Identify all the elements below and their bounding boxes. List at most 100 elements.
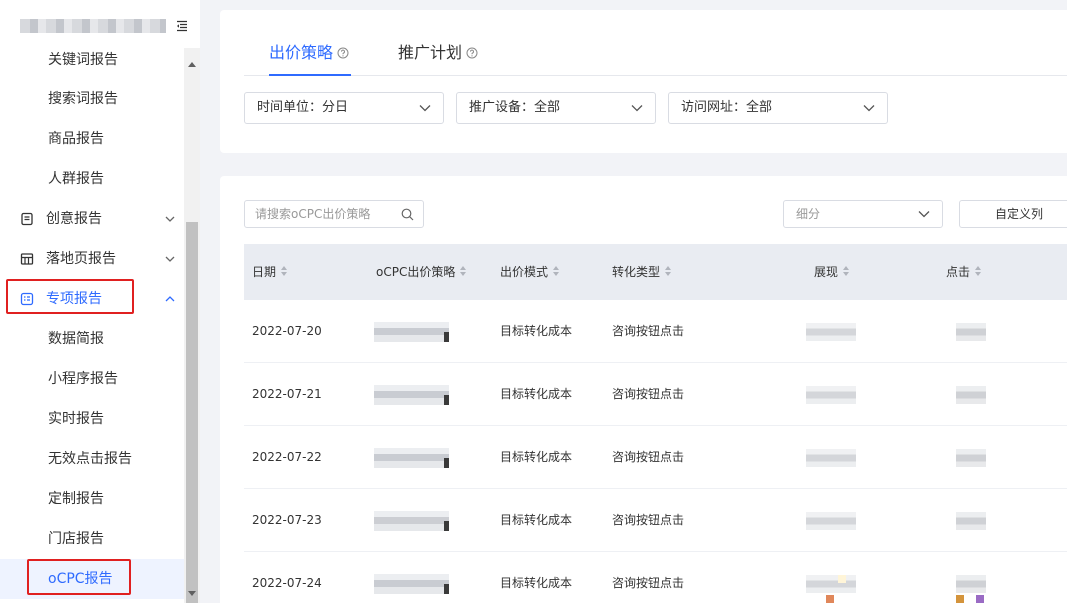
sidebar-item-label: 无效点击报告	[48, 451, 132, 467]
cell-date: 2022-07-20	[252, 324, 322, 338]
sidebar-item-label: 人群报告	[48, 171, 104, 187]
sidebar-item-custom-report[interactable]: 定制报告	[0, 479, 184, 519]
column-header-clicks[interactable]: 点击	[946, 244, 982, 300]
column-header-conversion-type[interactable]: 转化类型	[612, 244, 672, 300]
sidebar-item-data-brief[interactable]: 数据简报	[0, 319, 184, 359]
sort-icon[interactable]	[552, 265, 560, 277]
tab-campaign[interactable]: 推广计划	[398, 42, 478, 64]
cell-conversion-type: 咨询按钮点击	[612, 324, 685, 338]
search-icon[interactable]	[401, 208, 414, 221]
sidebar-item-invalid-click-report[interactable]: 无效点击报告	[0, 439, 184, 479]
sidebar-item-store-report[interactable]: 门店报告	[0, 519, 184, 559]
blurred-clicks	[956, 512, 986, 530]
table-row: 2022-07-24 目标转化成本 咨询按钮点击	[244, 552, 1067, 603]
cell-bid-mode: 目标转化成本	[500, 324, 573, 338]
cell-conversion-type: 咨询按钮点击	[612, 576, 685, 590]
device-select[interactable]: 推广设备：全部	[456, 92, 656, 124]
table-row: 2022-07-23 目标转化成本 咨询按钮点击	[244, 489, 1067, 552]
select-value: 访问网址：全部	[681, 100, 773, 115]
sidebar-item-label: 搜索词报告	[48, 91, 118, 107]
sort-icon[interactable]	[459, 265, 467, 277]
sidebar-item-search-term-report[interactable]: 搜索词报告	[0, 79, 184, 119]
help-circle-icon[interactable]	[466, 47, 478, 59]
sidebar-item-special-report[interactable]: 专项报告	[0, 279, 184, 319]
active-tab-indicator	[269, 74, 351, 76]
column-label: 出价模式	[500, 265, 549, 279]
sidebar-item-label: 实时报告	[48, 411, 104, 427]
report-table-card: 细分 自定义列 日期 oCPC出价策略 出价模式 转化类型 展现 点击 2022…	[220, 176, 1067, 603]
column-header-ocpc-strategy[interactable]: oCPC出价策略	[376, 244, 467, 300]
search-input[interactable]	[255, 205, 395, 223]
sort-icon[interactable]	[842, 265, 850, 277]
sidebar-item-ocpc-report[interactable]: oCPC报告	[0, 559, 184, 599]
blurred-impressions	[806, 386, 856, 404]
sort-icon[interactable]	[280, 265, 288, 277]
sidebar-item-label: oCPC报告	[48, 571, 113, 587]
time-unit-select[interactable]: 时间单位：分日	[244, 92, 444, 124]
select-placeholder: 细分	[796, 207, 821, 221]
help-circle-icon[interactable]	[337, 47, 349, 59]
table-header: 日期 oCPC出价策略 出价模式 转化类型 展现 点击	[244, 244, 1067, 300]
blurred-pixel	[838, 575, 846, 583]
sidebar-item-label: 专项报告	[46, 291, 102, 307]
sidebar-item-product-report[interactable]: 商品报告	[0, 119, 184, 159]
sidebar-item-label: 创意报告	[46, 211, 102, 227]
sidebar-header	[0, 0, 200, 48]
blurred-impressions	[806, 512, 856, 530]
strategy-search-box[interactable]	[244, 200, 424, 228]
blurred-impressions	[806, 323, 856, 341]
blurred-strategy-name	[374, 322, 449, 342]
cell-conversion-type: 咨询按钮点击	[612, 387, 685, 401]
sidebar-item-audience-report[interactable]: 人群报告	[0, 159, 184, 199]
table-row: 2022-07-20 目标转化成本 咨询按钮点击	[244, 300, 1067, 363]
cell-bid-mode: 目标转化成本	[500, 513, 573, 527]
blurred-strategy-name	[374, 385, 449, 405]
sidebar-item-creative-report[interactable]: 创意报告	[0, 199, 184, 239]
table-row: 2022-07-22 目标转化成本 咨询按钮点击	[244, 426, 1067, 489]
tab-bid-strategy[interactable]: 出价策略	[269, 42, 349, 64]
blurred-impressions	[806, 449, 856, 467]
cell-date: 2022-07-24	[252, 576, 322, 590]
sidebar-item-landing-page-report[interactable]: 落地页报告	[0, 239, 184, 279]
sidebar-item-mini-program-report[interactable]: 小程序报告	[0, 359, 184, 399]
blurred-clicks	[956, 386, 986, 404]
chevron-down-icon	[165, 216, 175, 222]
sidebar-item-keyword-report[interactable]: 关键词报告	[0, 48, 184, 80]
sort-icon[interactable]	[974, 265, 982, 277]
blurred-pixel	[826, 595, 834, 603]
blurred-pixel	[956, 595, 964, 603]
segment-select[interactable]: 细分	[783, 200, 943, 228]
document-icon	[21, 212, 33, 226]
column-header-bid-mode[interactable]: 出价模式	[500, 244, 560, 300]
sidebar-item-label: 门店报告	[48, 531, 104, 547]
sidebar-item-label: 落地页报告	[46, 251, 116, 267]
tab-label: 出价策略	[269, 43, 334, 62]
sidebar-scrollbar[interactable]	[184, 48, 200, 603]
blurred-clicks	[956, 575, 986, 593]
sidebar-item-realtime-report[interactable]: 实时报告	[0, 399, 184, 439]
sort-icon[interactable]	[664, 265, 672, 277]
blurred-strategy-name	[374, 448, 449, 468]
scrollbar-thumb[interactable]	[186, 222, 198, 603]
table-row: 2022-07-21 目标转化成本 咨询按钮点击	[244, 363, 1067, 426]
chevron-down-icon	[863, 105, 875, 112]
select-value: 时间单位：分日	[257, 100, 349, 115]
column-header-date[interactable]: 日期	[252, 244, 288, 300]
tab-label: 推广计划	[398, 43, 463, 62]
chevron-up-icon	[165, 296, 175, 302]
chevron-down-icon	[419, 105, 431, 112]
cell-date: 2022-07-22	[252, 450, 322, 464]
sidebar-item-label: 小程序报告	[48, 371, 118, 387]
scroll-up-arrow-icon[interactable]	[188, 62, 196, 67]
chevron-down-icon	[631, 105, 643, 112]
sidebar-item-label: 商品报告	[48, 131, 104, 147]
collapse-menu-icon[interactable]	[176, 20, 188, 32]
blurred-pixel	[976, 595, 984, 603]
column-header-impressions[interactable]: 展现	[814, 244, 850, 300]
url-select[interactable]: 访问网址：全部	[668, 92, 888, 124]
custom-columns-button[interactable]: 自定义列	[959, 200, 1067, 228]
column-label: 展现	[814, 265, 839, 279]
scroll-down-arrow-icon[interactable]	[188, 591, 196, 596]
blurred-clicks	[956, 323, 986, 341]
column-label: 点击	[946, 265, 971, 279]
